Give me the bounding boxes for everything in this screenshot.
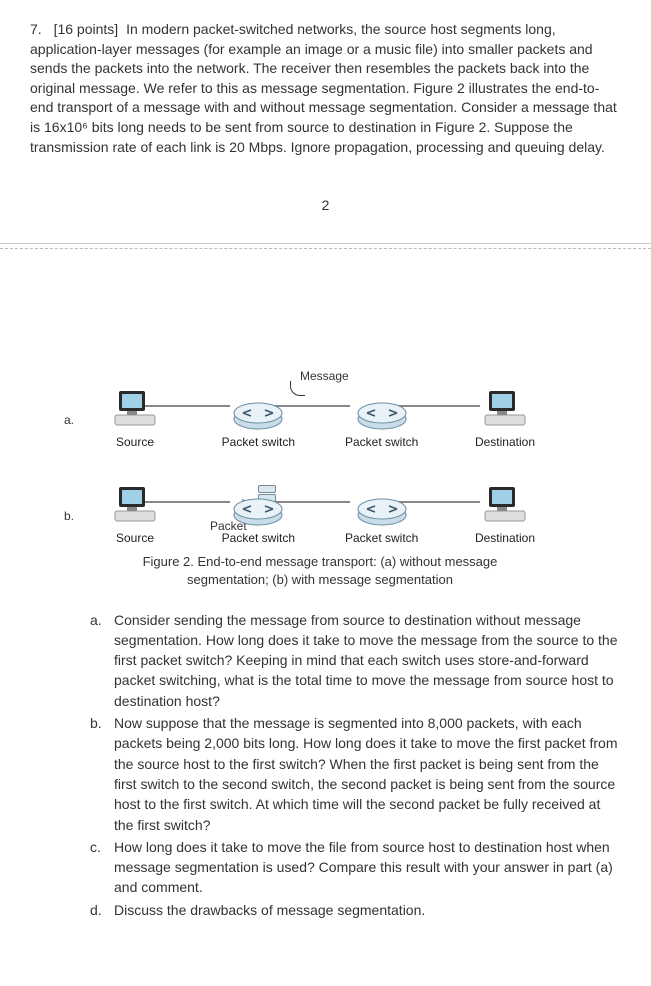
question-points: [16 points] [54,21,119,37]
figure-caption: Figure 2. End-to-end message transport: … [130,553,510,589]
source-node: a. Source [90,387,180,449]
sub-letter: b. [90,713,114,835]
switch-node: Packet switch [337,397,427,449]
computer-icon [113,483,157,527]
source-label: Source [116,435,154,449]
switch-label: Packet switch [222,435,295,449]
destination-node: Destination [460,387,550,449]
sub-letter: d. [90,900,114,920]
packet-switch-icon [355,493,409,527]
packet-switch-icon [231,397,285,431]
divider-solid [0,243,651,244]
switch-label: Packet switch [345,531,418,545]
switch-node: Packet switch [213,493,303,545]
message-label: Message [300,369,349,383]
packet-switch-icon [355,397,409,431]
page-number: 2 [30,197,621,213]
destination-node: Destination [460,483,550,545]
question-number: 7. [30,21,42,37]
divider-dashed [0,248,651,249]
source-node: b. Source [90,483,180,545]
message-leader-line [290,381,305,396]
sub-text: Discuss the drawbacks of message segment… [114,900,425,920]
question-text: In modern packet-switched networks, the … [30,21,617,155]
figure-row-b: Packet b. Source Packet switch Packet sw… [90,465,550,545]
sub-text: How long does it take to move the file f… [114,837,621,898]
subquestion-c: c. How long does it take to move the fil… [90,837,621,898]
sub-text: Now suppose that the message is segmente… [114,713,621,835]
sub-letter: c. [90,837,114,898]
switch-label: Packet switch [345,435,418,449]
sub-text: Consider sending the message from source… [114,610,621,711]
switch-node: Packet switch [337,493,427,545]
switch-label: Packet switch [222,531,295,545]
sub-letter: a. [90,610,114,711]
figure-row-a: Message a. Source Packet switch Packet s… [90,369,550,449]
row-label-b: b. [64,509,74,523]
subquestion-b: b. Now suppose that the message is segme… [90,713,621,835]
subquestion-a: a. Consider sending the message from sou… [90,610,621,711]
destination-label: Destination [475,435,535,449]
row-label-a: a. [64,413,74,427]
computer-icon [113,387,157,431]
destination-label: Destination [475,531,535,545]
computer-icon [483,387,527,431]
subquestions: a. Consider sending the message from sou… [90,610,621,920]
subquestion-d: d. Discuss the drawbacks of message segm… [90,900,621,920]
source-label: Source [116,531,154,545]
figure-2: Message a. Source Packet switch Packet s… [90,369,550,589]
switch-node: Packet switch [213,397,303,449]
computer-icon [483,483,527,527]
packet-switch-icon [231,493,285,527]
